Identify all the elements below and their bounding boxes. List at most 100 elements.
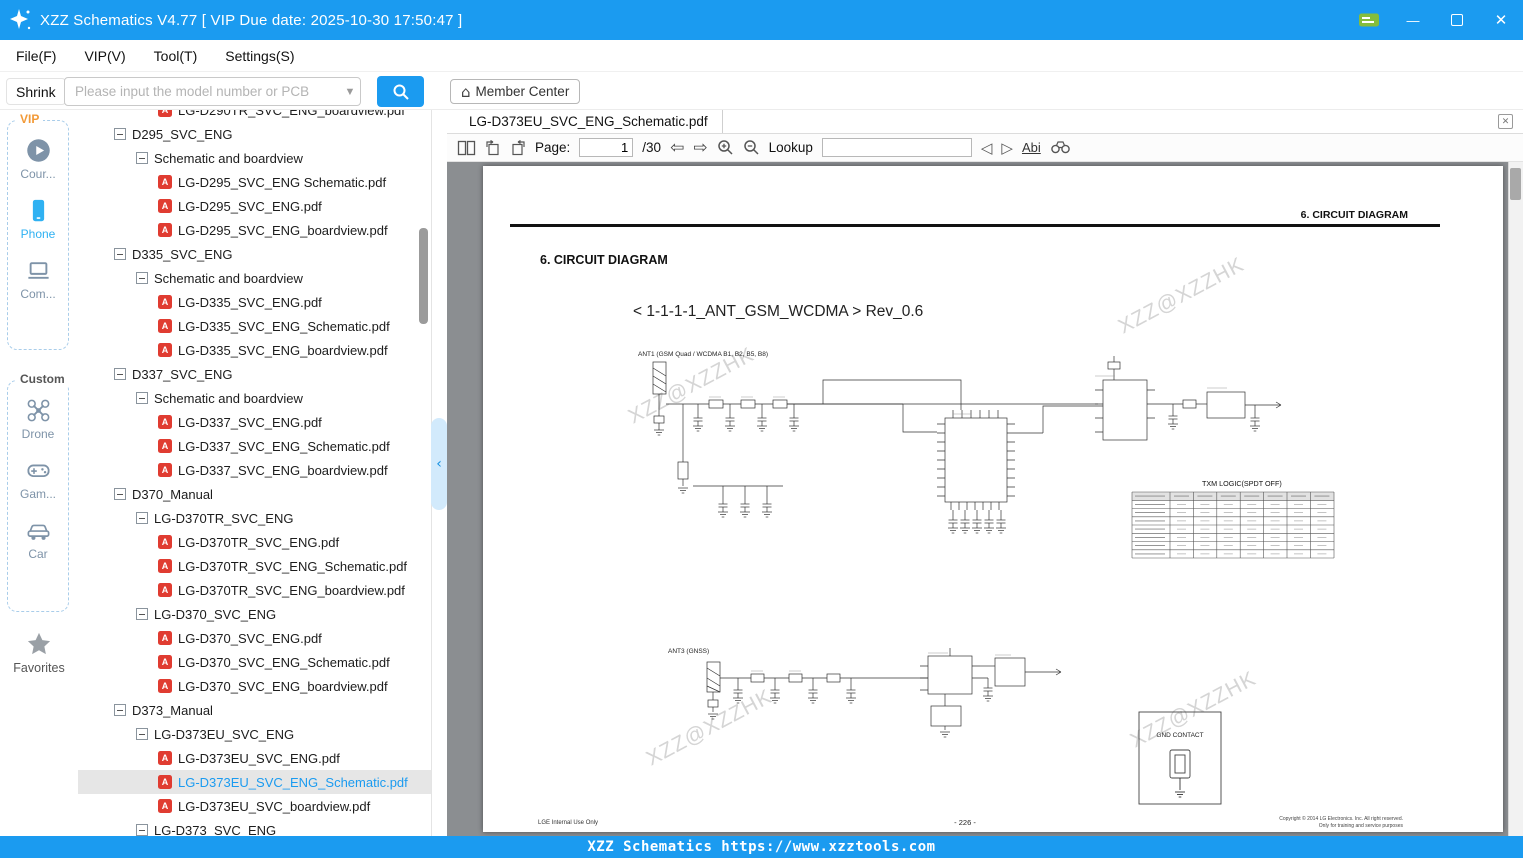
tree-file-row[interactable]: LG-D370TR_SVC_ENG_boardview.pdf (78, 578, 431, 602)
sheet-title: < 1-1-1-1_ANT_GSM_WCDMA > Rev_0.6 (633, 303, 923, 320)
tree-file-row[interactable]: LG-D337_SVC_ENG_boardview.pdf (78, 458, 431, 482)
status-bar: XZZ Schematics https://www.xzztools.com (0, 836, 1523, 858)
close-button[interactable] (1487, 6, 1515, 34)
collapse-minus-icon[interactable] (136, 152, 148, 164)
sidebar-item-phone[interactable]: Phone (8, 197, 68, 241)
pdf-viewport[interactable]: XZZ@XZZHK XZZ@XZZHK XZZ@XZZHK XZZ@XZZHK … (447, 162, 1523, 836)
footer-copyright-2: Only for training and service purposes (1319, 823, 1404, 829)
shrink-button[interactable]: Shrink (6, 78, 66, 105)
tree-item-label: LG-D290TR_SVC_ENG_boardview.pdf (178, 110, 405, 118)
menu-vip[interactable]: VIP(V) (84, 48, 125, 64)
menu-file[interactable]: File(F) (16, 48, 56, 64)
tree-folder-row[interactable]: Schematic and boardview (78, 146, 431, 170)
tree-folder-row[interactable]: D337_SVC_ENG (78, 362, 431, 386)
chevron-down-icon[interactable]: ▼ (340, 86, 360, 98)
find-next-icon[interactable]: ▷ (1001, 139, 1013, 157)
tree-file-row[interactable]: LG-D370TR_SVC_ENG_Schematic.pdf (78, 554, 431, 578)
sidebar-item-car[interactable]: Car (8, 517, 68, 561)
main-toolbar: Shrink ▼ Member Center (0, 72, 1523, 110)
page-number-input[interactable] (579, 138, 633, 157)
sidebar-item-favorites[interactable]: Favorites (0, 630, 78, 675)
collapse-minus-icon[interactable] (114, 704, 126, 716)
tree-folder-row[interactable]: D373_Manual (78, 698, 431, 722)
sidebar-item-label: Drone (22, 427, 55, 441)
tree-file-row[interactable]: LG-D290TR_SVC_ENG_boardview.pdf (78, 110, 431, 122)
collapse-minus-icon[interactable] (114, 488, 126, 500)
tree-file-row[interactable]: LG-D337_SVC_ENG_Schematic.pdf (78, 434, 431, 458)
tree-folder-row[interactable]: Schematic and boardview (78, 386, 431, 410)
tree-folder-row[interactable]: LG-D370_SVC_ENG (78, 602, 431, 626)
model-search-input[interactable] (65, 84, 340, 99)
zoom-out-icon[interactable] (743, 139, 760, 156)
tree-file-row[interactable]: LG-D373EU_SVC_boardview.pdf (78, 794, 431, 818)
tree-file-row[interactable]: LG-D370_SVC_ENG.pdf (78, 626, 431, 650)
zoom-in-icon[interactable] (717, 139, 734, 156)
vertical-scrollbar[interactable] (1508, 162, 1523, 836)
collapse-minus-icon[interactable] (114, 248, 126, 260)
lookup-input[interactable] (822, 138, 972, 157)
collapse-minus-icon[interactable] (136, 608, 148, 620)
minimize-button[interactable] (1399, 6, 1427, 34)
tree-folder-row[interactable]: LG-D370TR_SVC_ENG (78, 506, 431, 530)
member-center-button[interactable]: Member Center (450, 79, 580, 104)
next-page-icon[interactable]: ⇨ (693, 138, 707, 158)
collapse-minus-icon[interactable] (136, 272, 148, 284)
collapse-minus-icon[interactable] (136, 824, 148, 836)
rotate-left-icon[interactable] (485, 140, 501, 156)
model-search-box[interactable]: ▼ (64, 77, 361, 106)
tree-folder-row[interactable]: D370_Manual (78, 482, 431, 506)
collapse-minus-icon[interactable] (136, 512, 148, 524)
collapse-minus-icon[interactable] (136, 728, 148, 740)
menu-settings[interactable]: Settings(S) (225, 48, 294, 64)
sidebar-item-drone[interactable]: Drone (8, 397, 68, 441)
tree-file-row[interactable]: LG-D295_SVC_ENG.pdf (78, 194, 431, 218)
document-tab[interactable]: LG-D373EU_SVC_ENG_Schematic.pdf (455, 110, 723, 133)
match-case-icon[interactable]: Abi (1022, 140, 1041, 155)
tree-folder-row[interactable]: Schematic and boardview (78, 266, 431, 290)
binoculars-search-icon[interactable] (1050, 140, 1071, 155)
sidebar-item-computer[interactable]: Com... (8, 257, 68, 301)
tree-file-row[interactable]: LG-D335_SVC_ENG_Schematic.pdf (78, 314, 431, 338)
sidebar-item-game[interactable]: Gam... (8, 457, 68, 501)
collapse-minus-icon[interactable] (136, 392, 148, 404)
tree-file-row[interactable]: LG-D295_SVC_ENG_boardview.pdf (78, 218, 431, 242)
pdf-file-icon (158, 439, 172, 453)
close-document-icon[interactable] (1498, 114, 1513, 129)
sidebar-item-label: Car (28, 547, 47, 561)
tree-file-row[interactable]: LG-D335_SVC_ENG_boardview.pdf (78, 338, 431, 362)
tree-file-row[interactable]: LG-D295_SVC_ENG Schematic.pdf (78, 170, 431, 194)
collapse-minus-icon[interactable] (114, 128, 126, 140)
tree-file-row[interactable]: LG-D370_SVC_ENG_Schematic.pdf (78, 650, 431, 674)
maximize-button[interactable] (1443, 6, 1471, 34)
tree-folder-row[interactable]: LG-D373_SVC_ENG (78, 818, 431, 836)
two-page-view-icon[interactable] (457, 140, 476, 156)
vertical-scrollbar-thumb[interactable] (1510, 168, 1521, 200)
tree-folder-row[interactable]: D295_SVC_ENG (78, 122, 431, 146)
collapse-minus-icon[interactable] (114, 368, 126, 380)
search-button[interactable] (377, 76, 424, 107)
window-title: XZZ Schematics V4.77 [ VIP Due date: 202… (40, 12, 462, 29)
find-previous-icon[interactable]: ◁ (981, 139, 993, 157)
tree-folder-row[interactable]: LG-D373EU_SVC_ENG (78, 722, 431, 746)
rotate-right-icon[interactable] (510, 140, 526, 156)
tree-collapse-handle[interactable]: ‹ (431, 418, 447, 510)
tree-file-row[interactable]: LG-D370_SVC_ENG_boardview.pdf (78, 674, 431, 698)
tree-file-row[interactable]: LG-D373EU_SVC_ENG.pdf (78, 746, 431, 770)
gnd-contact-label: GND CONTACT (1156, 732, 1203, 739)
sidebar-item-course[interactable]: Cour... (8, 137, 68, 181)
tree-file-row[interactable]: LG-D370TR_SVC_ENG.pdf (78, 530, 431, 554)
file-tree-panel: LG-D290TR_SVC_ENG_boardview.pdf D295_SVC_… (78, 110, 432, 836)
title-bar[interactable]: XZZ Schematics V4.77 [ VIP Due date: 202… (0, 0, 1523, 40)
tree-file-row[interactable]: LG-D373EU_SVC_ENG_Schematic.pdf (78, 770, 431, 794)
tree-item-label: LG-D295_SVC_ENG.pdf (178, 199, 322, 214)
menu-tool[interactable]: Tool(T) (154, 48, 198, 64)
tree-scrollbar[interactable] (419, 228, 428, 324)
pdf-file-icon (158, 319, 172, 333)
tree-file-row[interactable]: LG-D335_SVC_ENG.pdf (78, 290, 431, 314)
drone-icon (25, 397, 52, 424)
vip-card-icon[interactable] (1355, 6, 1383, 34)
tree-file-row[interactable]: LG-D337_SVC_ENG.pdf (78, 410, 431, 434)
tree-folder-row[interactable]: D335_SVC_ENG (78, 242, 431, 266)
footer-left: LGE Internal Use Only (538, 820, 598, 826)
prev-page-icon[interactable]: ⇦ (670, 138, 684, 158)
